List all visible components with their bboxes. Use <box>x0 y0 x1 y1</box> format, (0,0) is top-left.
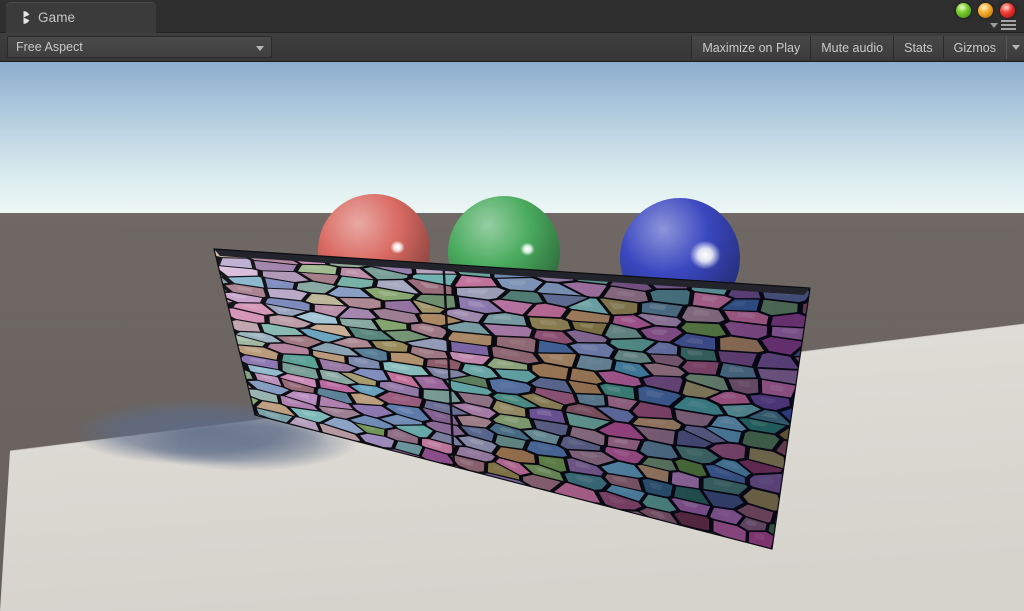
tab-bar: Game <box>0 0 1024 33</box>
tab-game[interactable]: Game <box>6 2 156 33</box>
window-orbs <box>956 3 1015 18</box>
aspect-ratio-dropdown[interactable]: Free Aspect <box>7 36 272 58</box>
mute-audio-button[interactable]: Mute audio <box>810 36 894 59</box>
sphere-green-highlight <box>520 242 535 256</box>
stats-label: Stats <box>904 40 933 55</box>
gizmos-button[interactable]: Gizmos <box>942 36 1006 59</box>
aspect-ratio-value: Free Aspect <box>16 40 83 54</box>
maximize-on-play-label: Maximize on Play <box>702 40 801 55</box>
mute-audio-label: Mute audio <box>821 40 884 55</box>
caret-down-icon <box>990 22 998 28</box>
chevron-down-icon <box>1011 45 1020 50</box>
sky <box>0 62 1024 215</box>
unity-game-window: Game Free Aspect Maximize on Play Mute a… <box>0 0 1024 611</box>
orb-green-button[interactable] <box>956 3 971 18</box>
tab-game-label: Game <box>38 10 76 25</box>
sphere-red-highlight <box>390 240 405 254</box>
panel-menu[interactable] <box>990 20 1016 30</box>
orb-red-button[interactable] <box>1000 3 1015 18</box>
game-toolbar: Free Aspect Maximize on Play Mute audio … <box>0 33 1024 62</box>
rendered-scene <box>0 62 1024 611</box>
game-view-icon <box>16 10 31 25</box>
toolbar-right-group: Maximize on Play Mute audio Stats Gizmos <box>691 36 1024 59</box>
orb-orange-button[interactable] <box>978 3 993 18</box>
hamburger-menu-icon[interactable] <box>1001 20 1016 30</box>
stats-button[interactable]: Stats <box>893 36 943 59</box>
gizmos-dropdown-button[interactable] <box>1006 36 1024 59</box>
sphere-blue-highlight <box>689 240 721 270</box>
chevron-down-icon <box>256 46 264 51</box>
game-viewport[interactable] <box>0 62 1024 611</box>
gizmos-label: Gizmos <box>953 40 996 55</box>
maximize-on-play-button[interactable]: Maximize on Play <box>691 36 811 59</box>
